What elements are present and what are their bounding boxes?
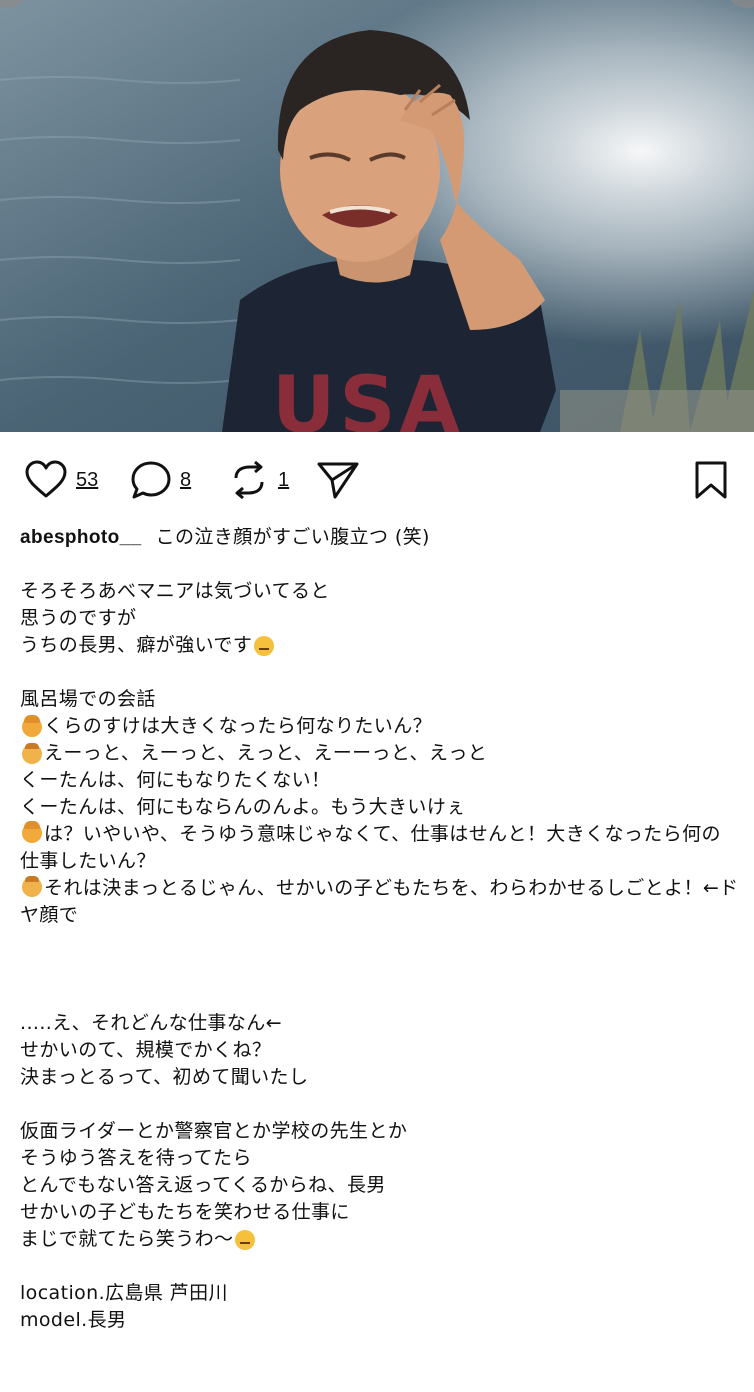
caption-line: 決まっとるって、初めて聞いたし bbox=[20, 1066, 309, 1088]
svg-text:USA: USA bbox=[272, 361, 464, 432]
model-line: model.長男 bbox=[20, 1309, 127, 1331]
caption-text: まじで就てたら笑うわ〜 bbox=[20, 1228, 234, 1250]
caption-line: 思うのですが bbox=[20, 607, 137, 629]
dialogue-line: それは決まっとるじゃん、せかいの子どもたちを、わらわかせるしごとよ！←ドヤ顔で bbox=[20, 875, 740, 929]
dialogue-text: くらのすけは大きくなったら何なりたいん？ bbox=[44, 715, 433, 737]
caption-line: そうゆう答えを待ってたら bbox=[20, 1147, 252, 1169]
likes-count[interactable]: 53 bbox=[76, 469, 98, 492]
caption-header: abesphoto__ この泣き顔がすごい腹立つ (笑) bbox=[20, 524, 740, 551]
rofl-face-icon bbox=[235, 1229, 256, 1250]
caption-line: そろそろあべマニアは気づいてると bbox=[20, 580, 330, 602]
caption-line: まじで就てたら笑うわ〜 bbox=[20, 1226, 740, 1253]
dialogue-line: くらのすけは大きくなったら何なりたいん？ bbox=[20, 713, 740, 740]
like-button[interactable]: 53 bbox=[24, 460, 98, 500]
comment-icon bbox=[131, 461, 171, 499]
heart-icon bbox=[25, 460, 67, 498]
bookmark-icon bbox=[695, 461, 727, 499]
repost-button[interactable]: 1 bbox=[228, 460, 289, 500]
expressionless-face-icon bbox=[254, 635, 275, 656]
username-link[interactable]: abesphoto__ bbox=[20, 524, 142, 551]
caption-line: うちの長男、癖が強いです bbox=[20, 632, 740, 659]
repost-icon bbox=[234, 460, 264, 500]
mother-icon bbox=[22, 714, 42, 737]
dialogue-line: くーたんは、何にもなりたくない！ bbox=[20, 769, 331, 791]
comment-button[interactable]: 8 bbox=[130, 460, 191, 500]
dialogue-text: は？いやいや、そうゆう意味じゃなくて、仕事はせんと！大きくなったら何の仕事したい… bbox=[20, 823, 721, 872]
share-icon bbox=[317, 462, 359, 499]
bookmark-button[interactable] bbox=[692, 460, 730, 500]
caption-line: .....え、それどんな仕事なん← bbox=[20, 1012, 282, 1034]
child-icon bbox=[22, 742, 42, 764]
caption-text: うちの長男、癖が強いです bbox=[20, 634, 253, 656]
action-bar: 53 8 1 bbox=[0, 432, 754, 528]
child-icon bbox=[22, 876, 42, 897]
caption-line: とんでもない答え返ってくるからね、長男 bbox=[20, 1174, 386, 1196]
caption-title: この泣き顔がすごい腹立つ (笑) bbox=[155, 526, 430, 548]
post-caption: abesphoto__ この泣き顔がすごい腹立つ (笑) そろそろあべマニアは気… bbox=[20, 524, 740, 1334]
reposts-count[interactable]: 1 bbox=[278, 469, 289, 492]
dialogue-heading: 風呂場での会話 bbox=[20, 688, 156, 710]
dialogue-line: えーっと、えーっと、えっと、えーーっと、えっと bbox=[20, 740, 740, 767]
caption-line: 仮面ライダーとか警察官とか学校の先生とか bbox=[20, 1120, 408, 1142]
mother-icon bbox=[22, 821, 42, 843]
dialogue-text: えーっと、えーっと、えっと、えーーっと、えっと bbox=[44, 742, 488, 764]
dialogue-line: くーたんは、何にもならんのんよ。もう大きいけぇ bbox=[20, 796, 466, 818]
comments-count[interactable]: 8 bbox=[180, 469, 191, 492]
location-line: location.広島県 芦田川 bbox=[20, 1282, 228, 1304]
dialogue-text: それは決まっとるじゃん、せかいの子どもたちを、わらわかせるしごとよ！←ドヤ顔で bbox=[20, 877, 739, 926]
share-button[interactable] bbox=[316, 460, 360, 500]
caption-line: せかいのて、規模でかくね？ bbox=[20, 1039, 272, 1061]
caption-line: せかいの子どもたちを笑わせる仕事に bbox=[20, 1201, 350, 1223]
post-photo[interactable]: USA bbox=[0, 0, 754, 432]
dialogue-line: は？いやいや、そうゆう意味じゃなくて、仕事はせんと！大きくなったら何の仕事したい… bbox=[20, 821, 740, 875]
photo-illustration: USA bbox=[0, 0, 754, 432]
